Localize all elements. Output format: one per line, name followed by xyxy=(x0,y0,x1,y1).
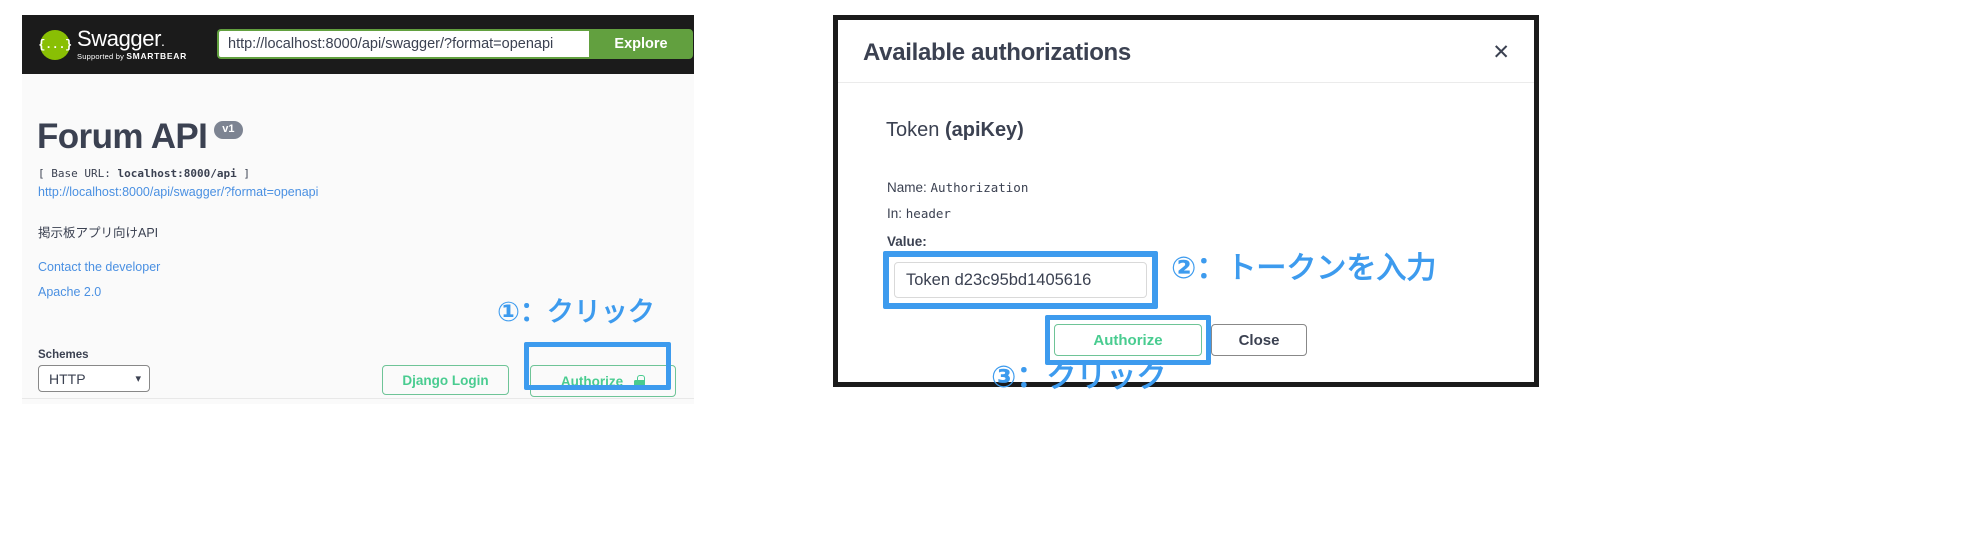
auth-value-label: Value: xyxy=(887,234,927,249)
version-badge: v1 xyxy=(214,121,243,139)
chevron-down-icon: ▾ xyxy=(135,373,141,385)
schemes-label: Schemes xyxy=(38,349,89,361)
schemes-selected-value: HTTP xyxy=(49,370,86,387)
smartbear-brand: SMARTBEAR xyxy=(126,51,187,62)
supported-by-text: Supported by xyxy=(77,52,127,62)
base-url-prefix: [ Base URL: xyxy=(38,167,118,180)
token-value-input[interactable] xyxy=(894,262,1147,298)
auth-scheme-type: (apiKey) xyxy=(944,119,1024,141)
spec-url-group: Explore xyxy=(217,29,693,59)
auth-in-value: header xyxy=(905,206,951,221)
modal-title: Available authorizations xyxy=(863,39,1131,66)
api-info-block: Forum API v1 [ Base URL: localhost:8000/… xyxy=(22,74,694,374)
auth-scheme-name: Token xyxy=(886,119,945,141)
spec-json-link[interactable]: http://localhost:8000/api/swagger/?forma… xyxy=(38,185,318,199)
swagger-topbar: {...} Swagger. Supported by SMARTBEAR Ex… xyxy=(22,15,694,74)
annotation-step-3: ③：クリック xyxy=(991,360,1167,395)
base-url-suffix: ] xyxy=(236,167,250,180)
modal-close-button[interactable]: Close xyxy=(1211,324,1307,356)
api-description: 掲示板アプリ向けAPI xyxy=(38,226,159,240)
swagger-logo-subtitle: Supported by SMARTBEAR xyxy=(77,52,187,61)
base-url-text: [ Base URL: localhost:8000/api ] xyxy=(38,167,250,180)
auth-in-label: In: xyxy=(887,206,906,221)
auth-in-row: In: header xyxy=(887,206,951,221)
license-link[interactable]: Apache 2.0 xyxy=(38,285,101,299)
annotation-step-1: ①：クリック xyxy=(497,297,655,328)
schemes-select[interactable]: HTTP ▾ xyxy=(38,365,150,392)
auth-name-value: Authorization xyxy=(930,180,1029,195)
contact-developer-link[interactable]: Contact the developer xyxy=(38,260,160,274)
available-authorizations-modal: Available authorizations ✕ Token (apiKey… xyxy=(833,15,1539,387)
auth-name-label: Name: xyxy=(887,180,931,195)
api-title-row: Forum API v1 xyxy=(37,119,243,154)
base-url-value: localhost:8000/api xyxy=(117,167,237,180)
explore-button[interactable]: Explore xyxy=(589,29,693,59)
swagger-logo-dot: . xyxy=(161,33,165,50)
swagger-braces-icon: {...} xyxy=(38,29,72,60)
swagger-logo-text: Swagger. Supported by SMARTBEAR xyxy=(77,28,187,61)
django-login-button[interactable]: Django Login xyxy=(382,365,509,395)
auth-scheme-title: Token (apiKey) xyxy=(886,119,1024,142)
swagger-logo[interactable]: {...} Swagger. Supported by SMARTBEAR xyxy=(38,28,187,61)
panel-footer-strip xyxy=(22,400,694,404)
spec-url-input[interactable] xyxy=(217,29,589,59)
auth-name-row: Name: Authorization xyxy=(887,180,1028,195)
panel-divider xyxy=(22,398,694,399)
highlight-box-authorize xyxy=(524,342,671,390)
page-title: Forum API xyxy=(37,117,208,156)
annotation-step-2: ②：トークンを入力 xyxy=(1171,251,1437,286)
close-icon[interactable]: ✕ xyxy=(1492,42,1510,63)
swagger-logo-name: Swagger xyxy=(77,26,162,52)
